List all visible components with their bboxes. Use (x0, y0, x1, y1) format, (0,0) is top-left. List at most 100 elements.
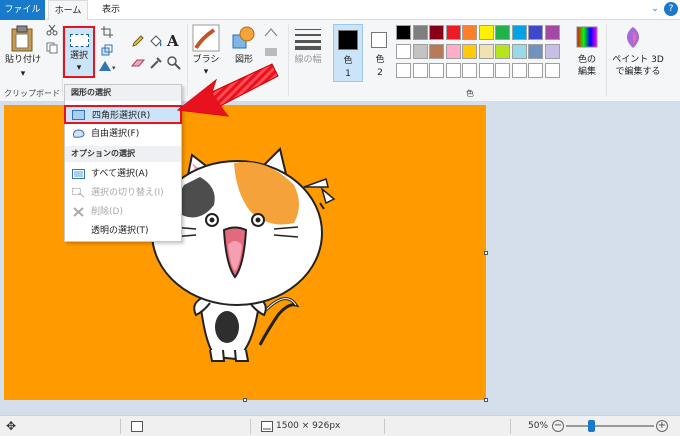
palette-swatch[interactable] (429, 44, 444, 59)
color2-swatch (371, 32, 387, 48)
delete-icon (73, 207, 84, 217)
palette-swatch[interactable] (478, 63, 494, 78)
red-arrow (176, 63, 279, 117)
rect-select-icon (72, 110, 85, 120)
palette-swatch[interactable] (511, 44, 527, 59)
clipboard-group-label: クリップボード (4, 89, 60, 98)
shape-outline-fill-icon[interactable] (262, 26, 280, 62)
line-width-icon[interactable] (294, 28, 322, 50)
invert-selection-item[interactable]: 選択の切り替え(I) (65, 184, 181, 203)
zoom-slider-track[interactable] (566, 425, 654, 427)
palette-swatch[interactable] (462, 44, 477, 59)
colors-group-label: 色 (466, 89, 474, 98)
shapes-icon[interactable] (232, 26, 256, 50)
select-all-icon (72, 169, 85, 179)
separator (510, 419, 511, 434)
resize-handle-bottom[interactable] (243, 398, 247, 402)
text-icon[interactable]: A (167, 32, 179, 50)
palette-swatch[interactable] (528, 44, 543, 59)
color1-button[interactable]: 色 1 (333, 24, 363, 82)
palette-swatch[interactable] (544, 25, 560, 40)
help-icon[interactable]: ? (664, 2, 678, 16)
fill-icon[interactable] (149, 34, 163, 48)
color2-number: 2 (377, 68, 383, 78)
paste-label[interactable]: 貼り付け (4, 54, 42, 66)
canvas-size-icon (261, 421, 273, 432)
palette-swatch[interactable] (478, 44, 494, 59)
zoom-minus-icon[interactable]: − (552, 420, 564, 432)
palette-swatch[interactable] (511, 63, 527, 78)
palette-swatch[interactable] (429, 25, 444, 40)
tab-view[interactable]: 表示 (94, 0, 128, 20)
palette-swatch[interactable] (528, 25, 543, 40)
scissors-icon[interactable] (46, 24, 58, 36)
color2-button[interactable]: 色 2 (366, 24, 396, 82)
delete-item[interactable]: 削除(D) (65, 203, 181, 222)
resize-handle-right[interactable] (484, 251, 488, 255)
pencil-icon[interactable] (131, 34, 145, 48)
eraser-icon[interactable] (131, 58, 145, 70)
select-label: 選択 (69, 51, 88, 61)
rotate-icon[interactable]: ▾ (98, 60, 118, 72)
select-dropdown-menu: 図形の選択 四角形選択(R) 自由選択(F) オプションの選択 すべて選択(A)… (64, 84, 182, 242)
paint3d-label-2[interactable]: で編集する (608, 66, 668, 78)
palette-swatch[interactable] (511, 25, 527, 40)
collapse-ribbon-icon[interactable]: ⌄ (648, 2, 662, 16)
separator (384, 419, 385, 434)
resize-icon[interactable] (101, 44, 113, 56)
select-button[interactable]: 選択 ▾ (63, 26, 95, 78)
palette-swatch[interactable] (396, 63, 411, 78)
eyedropper-icon[interactable] (149, 56, 163, 70)
palette-swatch[interactable] (462, 25, 477, 40)
tab-file[interactable]: ファイル (0, 0, 45, 20)
invert-select-icon (72, 188, 85, 198)
palette-swatch[interactable] (429, 63, 444, 78)
palette-swatch[interactable] (445, 44, 461, 59)
separator (250, 419, 251, 434)
palette-swatch[interactable] (495, 63, 510, 78)
paint3d-label-1[interactable]: ペイント 3D (608, 54, 668, 66)
delete-label: 削除(D) (91, 207, 123, 217)
select-dropdown-icon: ▾ (76, 63, 82, 73)
palette-swatch[interactable] (528, 63, 543, 78)
free-form-selection-item[interactable]: 自由選択(F) (65, 125, 181, 144)
zoom-plus-icon[interactable]: + (656, 420, 668, 432)
palette-swatch[interactable] (495, 25, 510, 40)
rectangular-selection-item[interactable]: 四角形選択(R) (64, 105, 182, 124)
palette-swatch[interactable] (396, 44, 411, 59)
tab-bar: ファイル ホーム 表示 ⌄ ? (0, 0, 680, 21)
zoom-level: 50% (528, 421, 549, 431)
brush-icon[interactable] (192, 24, 220, 52)
paint3d-icon[interactable] (622, 26, 644, 50)
palette-swatch[interactable] (478, 25, 494, 40)
crop-icon[interactable] (101, 26, 113, 38)
palette-swatch[interactable] (412, 44, 428, 59)
edit-colors-label-1[interactable]: 色の (570, 54, 604, 66)
select-all-item[interactable]: すべて選択(A) (65, 165, 181, 184)
line-width-label[interactable]: 線の幅 (288, 54, 328, 66)
palette-swatch[interactable] (544, 44, 560, 59)
color1-label: 色 (343, 56, 353, 66)
palette-swatch[interactable] (412, 63, 428, 78)
zoom-slider-thumb[interactable] (588, 420, 595, 432)
paste-dropdown-icon[interactable]: ▾ (16, 68, 30, 80)
edit-colors-label-2[interactable]: 編集 (570, 66, 604, 78)
color-wheel-icon[interactable] (576, 26, 598, 48)
free-select-icon (73, 129, 85, 138)
palette-swatch[interactable] (445, 63, 461, 78)
palette-swatch[interactable] (396, 25, 411, 40)
palette-swatch[interactable] (495, 44, 510, 59)
paste-icon[interactable] (9, 25, 35, 53)
palette-swatch[interactable] (445, 25, 461, 40)
canvas-size-text: 1500 × 926px (276, 421, 341, 431)
invert-selection-label: 選択の切り替え(I) (91, 188, 164, 198)
transparent-selection-item[interactable]: 透明の選択(T) (65, 222, 181, 241)
status-select-icon (131, 421, 143, 432)
copy-icon[interactable] (46, 42, 58, 54)
palette-swatch[interactable] (412, 25, 428, 40)
resize-handle-corner[interactable] (484, 398, 488, 402)
palette-swatch[interactable] (544, 63, 560, 78)
svg-text:▾: ▾ (112, 64, 116, 72)
palette-swatch[interactable] (462, 63, 477, 78)
tab-home[interactable]: ホーム (48, 0, 88, 21)
